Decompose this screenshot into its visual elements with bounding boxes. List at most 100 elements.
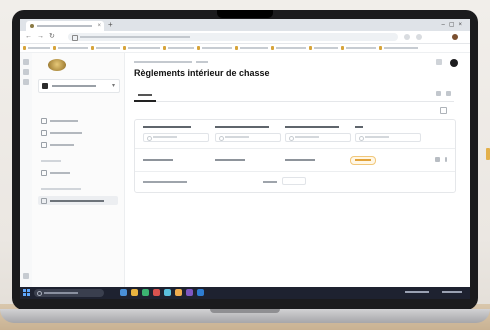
people-icon[interactable] [23, 69, 29, 75]
system-tray[interactable] [405, 291, 429, 293]
bookmark-item[interactable] [163, 46, 194, 50]
search-icon [147, 136, 152, 141]
laptop-screen: × + –▢× ← → ↻ ▾ Règlements intérieur de … [20, 19, 470, 299]
app-icon[interactable] [197, 289, 204, 296]
avatar[interactable] [450, 59, 458, 67]
bookmark-item[interactable] [23, 46, 50, 50]
table-divider [135, 148, 455, 149]
tab-active[interactable] [134, 89, 156, 102]
sidebar: ▾ [32, 53, 125, 287]
column-filter-input[interactable] [143, 133, 209, 142]
window-controls[interactable]: –▢× [441, 21, 466, 29]
rows-icon[interactable] [23, 79, 29, 85]
status-badge-label [355, 159, 371, 161]
gear-icon [41, 170, 47, 176]
main-content: Règlements intérieur de chasse [124, 53, 470, 287]
settings-icon[interactable] [23, 273, 29, 279]
web-app: ▾ Règlements intérieur de chasse [20, 53, 470, 287]
lock-icon [72, 35, 78, 41]
browser-toolbar: ← → ↻ [20, 31, 470, 44]
app-icon[interactable] [153, 289, 160, 296]
camera-notch [217, 10, 273, 18]
bookmark-item[interactable] [309, 46, 338, 50]
profile-icon[interactable] [452, 34, 458, 40]
logo-icon [48, 59, 66, 71]
forward-icon[interactable]: → [37, 33, 44, 41]
bookmark-item[interactable] [53, 46, 88, 50]
table-cell [285, 159, 315, 161]
sidebar-item[interactable] [38, 128, 118, 137]
more-icon[interactable] [446, 91, 451, 96]
table-divider [135, 171, 455, 172]
more-icon[interactable] [445, 157, 447, 162]
windows-start-icon[interactable] [23, 289, 30, 296]
column-filter-input[interactable] [355, 133, 421, 142]
sidebar-item-label [50, 172, 70, 174]
column-filter-placeholder [153, 136, 177, 138]
taskbar-search[interactable] [34, 289, 104, 297]
breadcrumb[interactable] [134, 61, 192, 63]
search-icon [219, 136, 224, 141]
bookmark-item[interactable] [341, 46, 376, 50]
browser-tab-active[interactable]: × [26, 21, 104, 31]
background-object [486, 148, 490, 160]
search-icon [289, 136, 294, 141]
table-footer-label [263, 181, 277, 183]
star-icon[interactable] [404, 34, 410, 40]
organization-name [52, 85, 96, 87]
close-icon[interactable]: × [97, 22, 101, 30]
page-title: Règlements intérieur de chasse [134, 68, 270, 78]
rows-icon [41, 198, 47, 204]
settings-icon[interactable] [436, 59, 442, 65]
chevron-down-icon: ▾ [111, 83, 115, 89]
column-filter-placeholder [365, 136, 389, 138]
back-icon[interactable]: ← [25, 33, 32, 41]
app-icon[interactable] [142, 289, 149, 296]
organization-avatar [42, 83, 48, 89]
bookmark-item[interactable] [197, 46, 232, 50]
bookmark-item[interactable] [271, 46, 306, 50]
table-footer-count [143, 181, 187, 183]
bookmark-item[interactable] [91, 46, 120, 50]
extension-icon[interactable] [416, 34, 422, 40]
column-filter-input[interactable] [285, 133, 351, 142]
app-icon[interactable] [164, 289, 171, 296]
table-header[interactable] [215, 126, 269, 128]
bookmarks-bar [20, 44, 470, 53]
edit-icon[interactable] [435, 157, 440, 162]
data-table [134, 119, 456, 193]
rows-icon [41, 142, 47, 148]
home-icon[interactable] [23, 59, 29, 65]
app-icon[interactable] [131, 289, 138, 296]
app-icon[interactable] [120, 289, 127, 296]
column-filter-input[interactable] [215, 133, 281, 142]
table-header[interactable] [355, 126, 363, 128]
home-icon [41, 118, 47, 124]
filter-icon[interactable] [440, 107, 447, 114]
status-badge [350, 156, 376, 165]
bookmark-item[interactable] [123, 46, 160, 50]
table-header[interactable] [285, 126, 339, 128]
bookmark-item[interactable] [379, 46, 418, 50]
address-bar[interactable] [68, 33, 398, 41]
taskbar-search-placeholder [44, 292, 78, 294]
app-icon[interactable] [186, 289, 193, 296]
sidebar-item[interactable] [38, 116, 118, 125]
reload-icon[interactable]: ↻ [49, 33, 55, 41]
address-bar-url [80, 36, 190, 38]
bookmark-item[interactable] [235, 46, 268, 50]
sidebar-item[interactable] [38, 168, 118, 177]
browser-tab-title [37, 25, 92, 27]
table-header[interactable] [143, 126, 191, 128]
sidebar-item[interactable] [38, 140, 118, 149]
settings-icon[interactable] [436, 91, 441, 96]
organization-switcher[interactable]: ▾ [38, 79, 120, 93]
plus-icon[interactable]: + [108, 20, 113, 30]
table-cell [215, 159, 245, 161]
taskbar-clock [442, 291, 462, 293]
app-icon[interactable] [175, 289, 182, 296]
sidebar-item-label [50, 200, 104, 202]
rows-per-page-select[interactable] [282, 177, 306, 185]
sidebar-item-active[interactable] [38, 196, 118, 205]
browser-tab-bar: × + –▢× [20, 19, 470, 31]
